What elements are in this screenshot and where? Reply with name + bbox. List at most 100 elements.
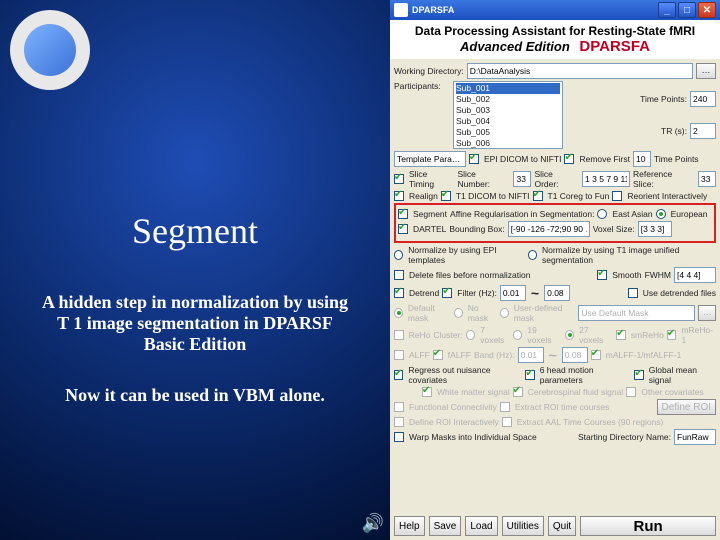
remove-first-checkbox[interactable] [564,154,574,164]
epi-dicom-checkbox[interactable] [469,154,479,164]
fwhm-label: FWHM [645,270,671,280]
filter-checkbox[interactable] [442,288,452,298]
smooth-label: Smooth [612,270,641,280]
remove-first-input[interactable] [633,151,651,167]
slice-number-input[interactable] [513,171,531,187]
list-item[interactable]: Sub_004 [456,116,560,127]
voxel-size-input[interactable] [638,221,672,237]
other-covariates-checkbox[interactable] [626,387,636,397]
sound-icon: 🔊 [362,513,384,534]
list-item[interactable]: Sub_001 [456,83,560,94]
malff-checkbox[interactable] [591,350,601,360]
help-button[interactable]: Help [394,516,425,536]
smreho-checkbox[interactable] [616,330,626,340]
bounding-box-label: Bounding Box: [449,224,504,234]
head-motion-checkbox[interactable] [525,370,534,380]
reorient-label: Reorient Interactively [627,191,707,201]
use-detrended-checkbox[interactable] [628,288,638,298]
cluster-27-radio[interactable] [565,330,575,340]
mreho-checkbox[interactable] [667,330,677,340]
template-param-input[interactable] [394,151,466,167]
tilde-icon: ~ [531,285,539,301]
maximize-button[interactable]: □ [678,2,696,18]
utilities-button[interactable]: Utilities [502,516,544,536]
dartel-checkbox[interactable] [398,224,408,234]
voxel-size-label: Voxel Size: [593,224,635,234]
run-button[interactable]: Run [580,516,716,536]
global-mean-checkbox[interactable] [634,370,643,380]
participants-list[interactable]: Sub_001 Sub_002 Sub_003 Sub_004 Sub_005 … [453,81,563,149]
workdir-input[interactable] [467,63,693,79]
dartel-label: DARTEL [413,224,446,234]
cluster-7-radio[interactable] [466,330,476,340]
extract-aal-checkbox[interactable] [502,417,512,427]
no-mask-radio[interactable] [454,308,463,318]
falff-checkbox[interactable] [433,350,443,360]
quit-button[interactable]: Quit [548,516,576,536]
band-hi-input[interactable] [562,347,588,363]
minimize-button[interactable]: _ [658,2,676,18]
fwhm-input[interactable] [674,267,716,283]
reorient-checkbox[interactable] [612,191,622,201]
detrend-label: Detrend [409,288,439,298]
t1-coreg-checkbox[interactable] [533,191,543,201]
default-mask-radio[interactable] [394,308,403,318]
t1-dicom-checkbox[interactable] [441,191,451,201]
workdir-browse-button[interactable]: … [696,63,716,79]
slice-order-input[interactable] [582,171,630,187]
close-button[interactable]: ✕ [698,2,716,18]
reho-label: ReHo [409,330,431,340]
window-title: DPARSFA [412,5,454,15]
extract-roi-checkbox[interactable] [500,402,510,412]
csf-checkbox[interactable] [513,387,523,397]
list-item[interactable]: Sub_005 [456,127,560,138]
fc-checkbox[interactable] [394,402,404,412]
bounding-box-input[interactable] [508,221,590,237]
start-dir-label: Starting Directory Name: [578,432,671,442]
time-points-input[interactable] [690,91,716,107]
remove-first-suffix: Time Points [654,154,699,164]
filter-hi-input[interactable] [544,285,570,301]
remove-first-label: Remove First [579,154,630,164]
east-asian-radio[interactable] [597,209,607,219]
smooth-checkbox[interactable] [597,270,607,280]
regress-checkbox[interactable] [394,370,403,380]
alff-checkbox[interactable] [394,350,404,360]
ref-slice-label: Reference Slice: [633,169,695,189]
segment-checkbox[interactable] [398,209,408,219]
realign-checkbox[interactable] [394,191,404,201]
tr-input[interactable] [690,123,716,139]
normalize-t1-label: Normalize by using T1 image unified segm… [542,245,716,265]
cluster-19-radio[interactable] [513,330,523,340]
list-item[interactable]: Sub_003 [456,105,560,116]
alff-label: ALFF [409,350,430,360]
warp-masks-checkbox[interactable] [394,432,404,442]
start-dir-input[interactable] [674,429,716,445]
white-matter-checkbox[interactable] [422,387,432,397]
normalize-t1-radio[interactable] [528,250,537,260]
filter-lo-input[interactable] [500,285,526,301]
participants-label: Participants: [394,81,450,91]
ref-slice-input[interactable] [698,171,716,187]
cluster-label: Cluster: [433,330,462,340]
european-radio[interactable] [656,209,666,219]
mask-path-input[interactable] [578,305,695,321]
delete-files-checkbox[interactable] [394,270,404,280]
institute-logo [10,10,90,90]
header-subtitle: Data Processing Assistant for Resting-St… [392,24,718,38]
load-button[interactable]: Load [465,516,497,536]
define-roi-button[interactable]: Define ROI [657,399,716,415]
detrend-checkbox[interactable] [394,288,404,298]
normalize-epi-radio[interactable] [394,250,403,260]
define-roi-interactive-checkbox[interactable] [394,417,404,427]
save-button[interactable]: Save [429,516,462,536]
reho-checkbox[interactable] [394,330,404,340]
list-item[interactable]: Sub_002 [456,94,560,105]
list-item[interactable]: Sub_006 [456,138,560,149]
affine-reg-label: Affine Regularisation in Segmentation: [450,209,594,219]
band-lo-input[interactable] [518,347,544,363]
segment-label: Segment [413,209,447,219]
slice-timing-checkbox[interactable] [394,174,404,184]
user-mask-radio[interactable] [500,308,509,318]
mask-browse-button[interactable]: … [698,305,716,321]
